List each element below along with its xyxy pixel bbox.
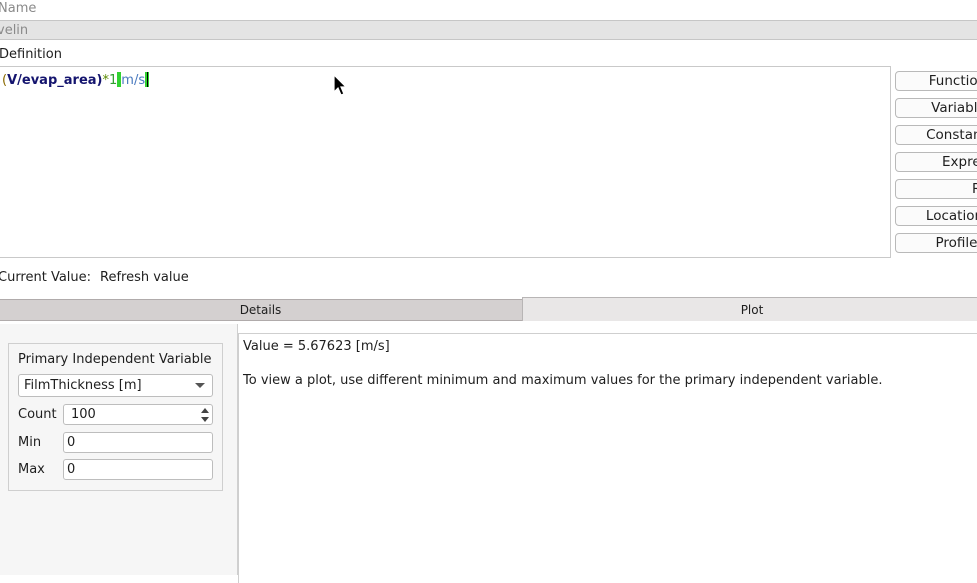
variables-button[interactable]: Variables — [895, 98, 977, 118]
max-label: Max — [18, 462, 45, 477]
definition-label: Definition — [0, 47, 62, 62]
select-value: FilmThickness [m] — [24, 378, 142, 393]
expression-text: (V/evap_area)*1 m/s — [2, 72, 150, 88]
max-value: 0 — [67, 462, 76, 477]
locations-button[interactable]: Locations — [895, 206, 977, 226]
tab-bar: Details Plot — [0, 297, 977, 323]
value-readout: Value = 5.67623 [m/s] — [243, 339, 390, 354]
mouse-pointer-icon — [333, 74, 348, 96]
tab-plot[interactable]: Plot — [522, 297, 977, 321]
plot-output-panel: Value = 5.67623 [m/s] To view a plot, us… — [238, 333, 977, 583]
min-label: Min — [18, 435, 42, 450]
expr-number: 1 — [109, 73, 118, 88]
expr-variable-evap-area: evap_area — [21, 73, 97, 88]
current-value-label: Current Value: — [0, 270, 92, 285]
spin-down-icon[interactable] — [201, 417, 209, 422]
expr-variable-v: V — [7, 73, 18, 88]
expr-unit: m/s — [121, 73, 146, 88]
independent-variable-group: Primary Independent Variable FilmThickne… — [8, 343, 223, 491]
profiles-button[interactable]: Profiles — [895, 233, 977, 253]
min-value: 0 — [67, 435, 76, 450]
name-field[interactable]: velin — [0, 20, 977, 40]
tab-details[interactable]: Details — [0, 299, 523, 321]
functions-button[interactable]: Functions — [895, 71, 977, 91]
independent-variable-select[interactable]: FilmThickness [m] — [18, 374, 213, 397]
spin-up-icon[interactable] — [201, 408, 209, 413]
name-label: Name — [0, 1, 37, 16]
independent-variable-panel: Primary Independent Variable FilmThickne… — [0, 324, 238, 575]
expressions-button[interactable]: Expressions — [895, 152, 977, 172]
chevron-down-icon — [195, 383, 205, 388]
max-field[interactable]: 0 — [63, 459, 213, 480]
count-label: Count — [18, 407, 57, 422]
min-field[interactable]: 0 — [63, 432, 213, 453]
refresh-value-link[interactable]: Refresh value — [100, 270, 189, 285]
name-field-value: velin — [0, 23, 29, 38]
count-value: 100 — [71, 407, 96, 422]
constants-button[interactable]: Constants — [895, 125, 977, 145]
group-title: Primary Independent Variable — [18, 352, 212, 367]
plot-hint-message: To view a plot, use different minimum an… — [243, 373, 883, 388]
report-definitions-button[interactable]: Report Definitions — [895, 179, 977, 199]
text-caret — [147, 72, 149, 87]
count-stepper[interactable]: 100 — [63, 404, 213, 425]
definition-editor[interactable]: (V/evap_area)*1 m/s — [0, 66, 891, 258]
